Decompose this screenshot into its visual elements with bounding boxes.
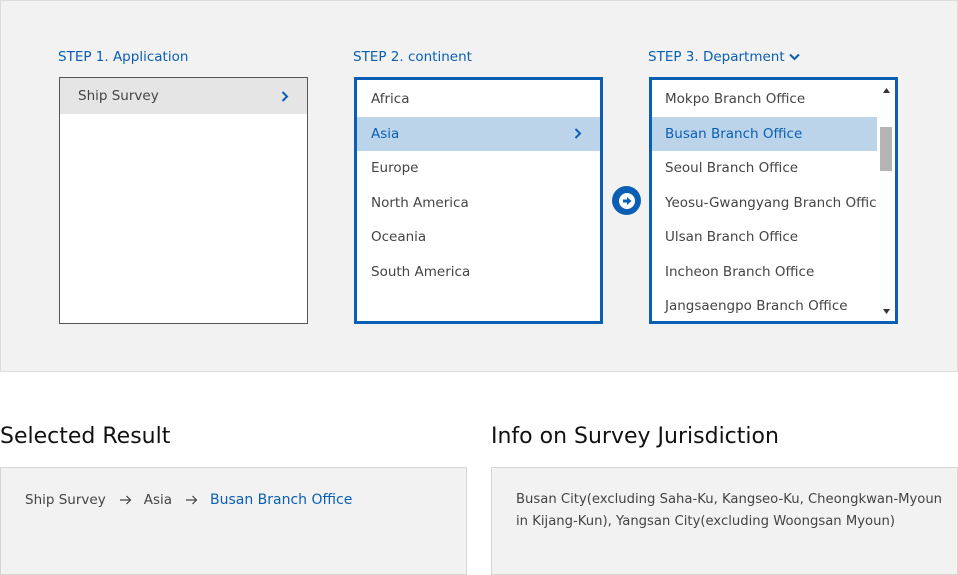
- jurisdiction-title: Info on Survey Jurisdiction: [491, 424, 779, 449]
- selected-result-title: Selected Result: [0, 424, 171, 449]
- list-item-africa[interactable]: Africa: [357, 82, 600, 117]
- list-item-label: Oceania: [371, 229, 427, 246]
- application-list[interactable]: Ship Survey: [59, 77, 308, 324]
- list-item-ulsan[interactable]: Ulsan Branch Office: [652, 220, 877, 255]
- list-item-label: Mokpo Branch Office: [665, 91, 806, 108]
- list-item-busan[interactable]: Busan Branch Office: [652, 116, 877, 151]
- step1-title: STEP 1. Application: [58, 49, 189, 65]
- list-item-label: Jangsaengpo Branch Office: [665, 298, 848, 315]
- breadcrumb-application: Ship Survey: [25, 492, 106, 508]
- list-item-label: Asia: [371, 125, 400, 142]
- list-item-label: Europe: [371, 160, 419, 177]
- department-list[interactable]: Mokpo Branch Office Busan Branch Office …: [649, 77, 898, 324]
- list-item-label: Busan Branch Office: [665, 125, 803, 142]
- scrollbar[interactable]: [877, 80, 895, 321]
- selected-result-box: Ship Survey Asia Busan Branch Office: [0, 467, 467, 575]
- list-item-label: Ulsan Branch Office: [665, 229, 799, 246]
- scroll-down-button[interactable]: [877, 303, 895, 319]
- list-item-asia[interactable]: Asia: [357, 116, 600, 151]
- continent-list[interactable]: Africa Asia Europe North America Oceania…: [354, 77, 603, 324]
- breadcrumb-department: Busan Branch Office: [210, 492, 353, 508]
- list-item-label: Seoul Branch Office: [665, 160, 799, 177]
- breadcrumb-continent: Asia: [143, 492, 172, 508]
- step2-title: STEP 2. continent: [353, 49, 472, 65]
- list-item-yeosu-gwangyang[interactable]: Yeosu-Gwangyang Branch Office: [652, 186, 885, 221]
- list-item-oceania[interactable]: Oceania: [357, 220, 600, 255]
- circle-arrow-right-icon: [617, 191, 637, 211]
- list-item-jangsaengpo[interactable]: Jangsaengpo Branch Office: [652, 289, 877, 321]
- chevron-right-icon: [281, 90, 289, 102]
- breadcrumb: Ship Survey Asia Busan Branch Office: [25, 492, 352, 508]
- list-item-label: Yeosu-Gwangyang Branch Office: [665, 194, 885, 211]
- scroll-up-button[interactable]: [877, 82, 895, 98]
- jurisdiction-box: Busan City(excluding Saha-Ku, Kangseo-Ku…: [491, 467, 958, 575]
- list-item-mokpo[interactable]: Mokpo Branch Office: [652, 82, 877, 117]
- list-item-label: North America: [371, 194, 469, 211]
- arrow-right-icon: [186, 495, 198, 505]
- list-item-europe[interactable]: Europe: [357, 151, 600, 186]
- list-item-label: Ship Survey: [78, 88, 159, 104]
- chevron-down-icon: [788, 53, 800, 61]
- jurisdiction-text: Busan City(excluding Saha-Ku, Kangseo-Ku…: [516, 492, 943, 529]
- selection-panel: STEP 1. Application Ship Survey STEP 2. …: [0, 0, 958, 372]
- go-button[interactable]: [612, 186, 641, 215]
- chevron-right-icon: [574, 128, 582, 139]
- list-item-label: South America: [371, 263, 471, 280]
- step3-title[interactable]: STEP 3. Department: [648, 49, 800, 65]
- list-item-south-america[interactable]: South America: [357, 255, 600, 290]
- list-item-ship-survey[interactable]: Ship Survey: [60, 78, 307, 114]
- list-item-label: Incheon Branch Office: [665, 263, 815, 280]
- list-item-incheon[interactable]: Incheon Branch Office: [652, 255, 877, 290]
- triangle-down-icon: [882, 308, 890, 314]
- list-item-north-america[interactable]: North America: [357, 186, 600, 221]
- list-item-seoul[interactable]: Seoul Branch Office: [652, 151, 877, 186]
- scroll-thumb[interactable]: [880, 127, 892, 171]
- list-item-label: Africa: [371, 91, 410, 108]
- arrow-right-icon: [119, 495, 132, 505]
- triangle-up-icon: [882, 87, 890, 93]
- department-items: Mokpo Branch Office Busan Branch Office …: [652, 80, 885, 321]
